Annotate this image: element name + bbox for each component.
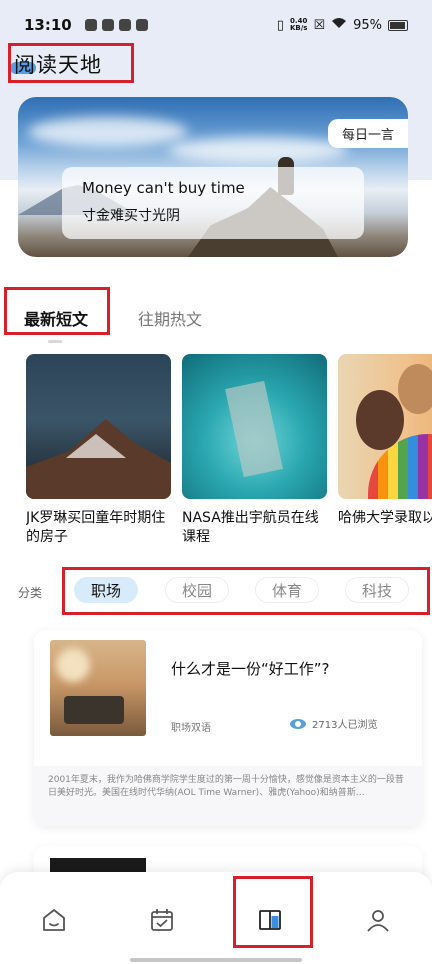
net-speed: 0.40 KB/s — [290, 18, 307, 32]
status-right: ▯ 0.40 KB/s ☒ 95% — [277, 17, 408, 33]
quote-chinese: 寸金难买寸光阴 — [82, 208, 180, 224]
title-annotation-box — [8, 43, 134, 83]
home-icon — [43, 909, 65, 931]
article-card[interactable]: JK罗琳买回童年时期住的房子 — [26, 354, 171, 547]
notification-icon — [84, 19, 97, 31]
calendar-check-icon — [151, 909, 173, 931]
wifi-icon — [331, 17, 347, 33]
nav-profile[interactable] — [358, 900, 398, 940]
eye-icon — [290, 718, 306, 729]
tab-past-hot[interactable]: 往期热文 — [138, 306, 202, 330]
quote-english: Money can't buy time — [82, 179, 245, 197]
article-carousel[interactable]: JK罗琳买回童年时期住的房子 NASA推出宇航员在线课程 哈佛大学录取以即将完毕 — [26, 354, 432, 554]
nav-checkin[interactable] — [142, 900, 182, 940]
article-title: JK罗琳买回童年时期住的房子 — [26, 510, 166, 545]
notification-icon — [135, 19, 148, 31]
featured-tag: 职场双语 — [171, 723, 211, 734]
article-card[interactable]: 哈佛大学录取以即将完毕 — [338, 354, 432, 528]
daily-quote-tag: 每日一言 — [327, 119, 408, 148]
tractor-shape — [64, 696, 124, 724]
figure-shape — [356, 390, 404, 450]
featured-excerpt: 2001年夏末，我作为哈佛商学院学生度过的第一周十分愉快，感觉像是资本主义的一段… — [34, 766, 422, 826]
daily-quote-banner[interactable]: 每日一言 Money can't buy time 寸金难买寸光阴 — [18, 97, 408, 257]
cloud-shape — [28, 117, 188, 147]
article-title: NASA推出宇航员在线课程 — [182, 510, 319, 545]
tab-annotation-box — [4, 287, 110, 335]
no-sim-icon: ☒ — [313, 17, 326, 33]
peak-shape — [26, 419, 171, 499]
nav-home[interactable] — [34, 900, 74, 940]
notification-icon — [118, 19, 131, 31]
nav-annotation-box — [233, 876, 313, 948]
profile-icon — [367, 910, 389, 932]
tab-underline — [48, 340, 62, 343]
sun-shape — [56, 648, 90, 682]
views-count: 2713人已浏览 — [312, 720, 378, 731]
featured-thumbnail — [50, 640, 146, 736]
article-thumbnail — [182, 354, 327, 499]
notification-icon — [101, 19, 114, 31]
quote-box: Money can't buy time 寸金难买寸光阴 — [62, 167, 364, 239]
featured-views: 2713人已浏览 — [290, 716, 377, 731]
cloud-shape — [168, 137, 348, 163]
vibrate-icon: ▯ — [276, 17, 284, 33]
battery-percent: 95% — [353, 17, 382, 33]
featured-article-card[interactable]: 什么才是一份“好工作”? 职场双语 2713人已浏览 2001年夏末，我作为哈佛… — [34, 630, 422, 826]
bottom-nav — [0, 872, 432, 964]
net-speed-unit: KB/s — [289, 24, 308, 32]
figure-shape — [398, 364, 432, 414]
home-indicator[interactable] — [130, 958, 302, 962]
category-label: 分类 — [18, 586, 43, 600]
category-annotation-box — [62, 567, 430, 615]
wreck-shape — [225, 380, 283, 478]
featured-title: 什么才是一份“好工作”? — [171, 660, 330, 678]
article-title: 哈佛大学录取以即将完毕 — [338, 510, 432, 526]
status-time: 13:10 — [24, 16, 72, 34]
article-thumbnail — [338, 354, 432, 499]
battery-icon — [388, 19, 408, 31]
article-card[interactable]: NASA推出宇航员在线课程 — [182, 354, 327, 547]
article-thumbnail — [26, 354, 171, 499]
